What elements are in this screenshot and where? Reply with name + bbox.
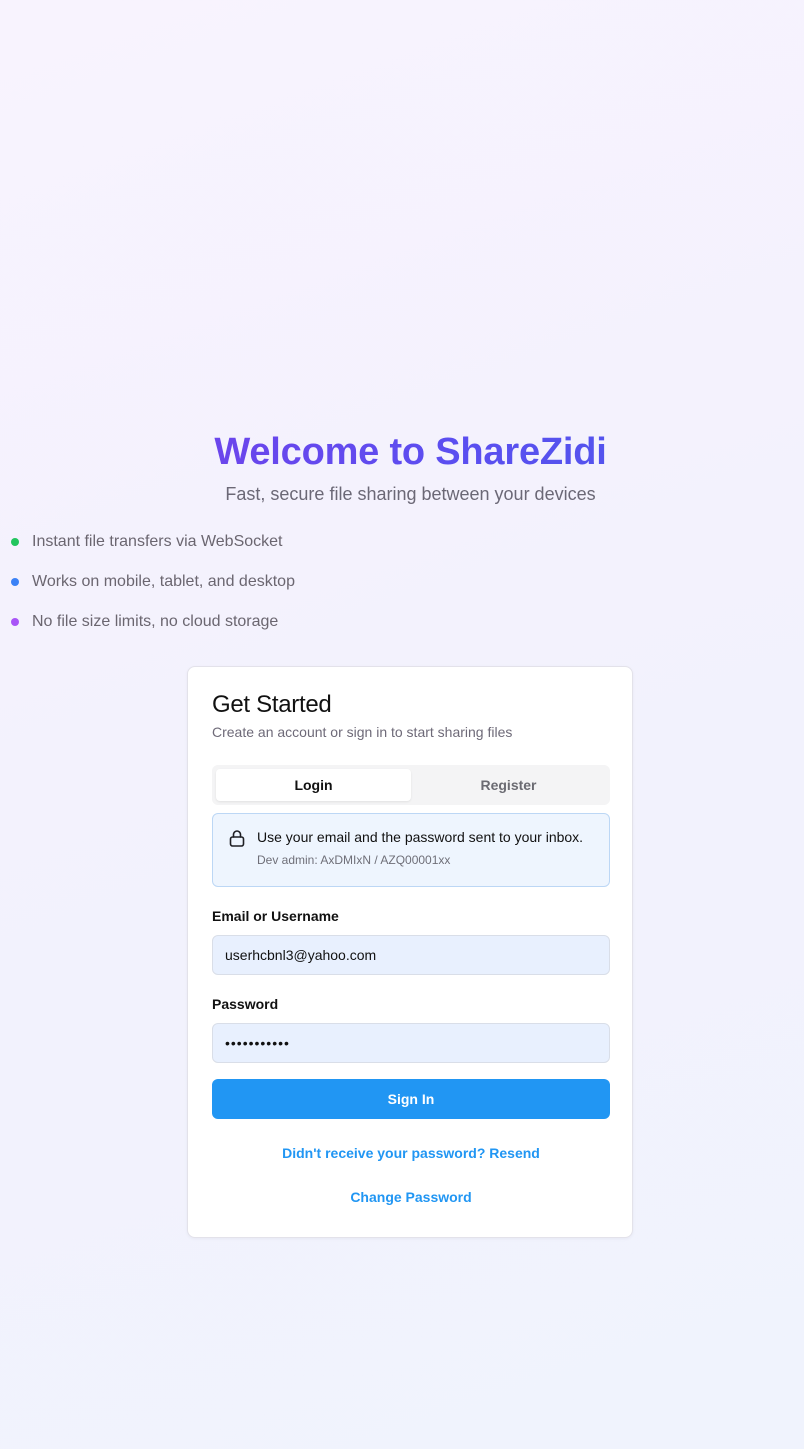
tab-login[interactable]: Login — [216, 769, 411, 801]
lock-icon — [229, 830, 245, 847]
notice-text: Use your email and the password sent to … — [257, 829, 584, 845]
auth-tabs: Login Register — [212, 765, 610, 805]
resend-password-link[interactable]: Didn't receive your password? Resend — [188, 1144, 634, 1162]
page-title: Welcome to ShareZidi — [0, 428, 804, 476]
purple-dot-icon — [11, 618, 19, 626]
sign-in-button[interactable]: Sign In — [212, 1079, 610, 1119]
info-notice: Use your email and the password sent to … — [212, 813, 610, 887]
feature-text: Works on mobile, tablet, and desktop — [32, 573, 295, 590]
tab-register[interactable]: Register — [411, 769, 606, 801]
blue-dot-icon — [11, 578, 19, 586]
password-field[interactable] — [212, 1023, 610, 1063]
card-description: Create an account or sign in to start sh… — [212, 724, 513, 740]
feature-text: No file size limits, no cloud storage — [32, 613, 279, 630]
feature-item: Instant file transfers via WebSocket — [11, 530, 295, 554]
email-field[interactable] — [212, 935, 610, 975]
feature-item: Works on mobile, tablet, and desktop — [11, 570, 295, 594]
card-title: Get Started — [212, 691, 332, 718]
green-dot-icon — [11, 538, 19, 546]
feature-list: Instant file transfers via WebSocket Wor… — [11, 530, 295, 650]
feature-text: Instant file transfers via WebSocket — [32, 533, 283, 550]
notice-subtext: Dev admin: AxDMIxN / AZQ00001xx — [257, 853, 451, 867]
password-label: Password — [212, 996, 279, 1012]
feature-item: No file size limits, no cloud storage — [11, 610, 295, 634]
email-label: Email or Username — [212, 908, 339, 924]
change-password-link[interactable]: Change Password — [188, 1188, 634, 1206]
auth-card: Get Started Create an account or sign in… — [187, 666, 633, 1238]
hero: Welcome to ShareZidi Fast, secure file s… — [0, 428, 804, 506]
page-subtitle: Fast, secure file sharing between your d… — [225, 484, 596, 504]
